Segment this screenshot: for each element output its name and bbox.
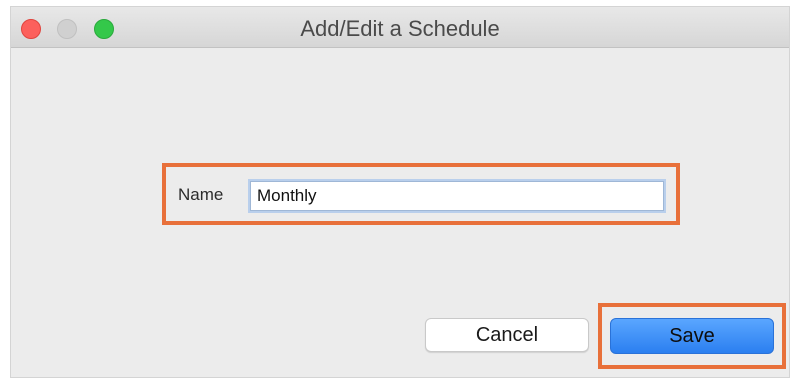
cancel-button[interactable]: Cancel bbox=[425, 318, 589, 352]
save-button-highlight: Save bbox=[598, 303, 786, 369]
save-button[interactable]: Save bbox=[610, 318, 774, 354]
title-bar: Add/Edit a Schedule bbox=[11, 7, 789, 48]
dialog-window: Add/Edit a Schedule Name Cancel Save bbox=[10, 6, 790, 378]
name-field-highlight: Name bbox=[162, 163, 680, 225]
name-label: Name bbox=[178, 185, 224, 204]
name-input[interactable] bbox=[250, 181, 664, 211]
window-title: Add/Edit a Schedule bbox=[300, 16, 500, 41]
